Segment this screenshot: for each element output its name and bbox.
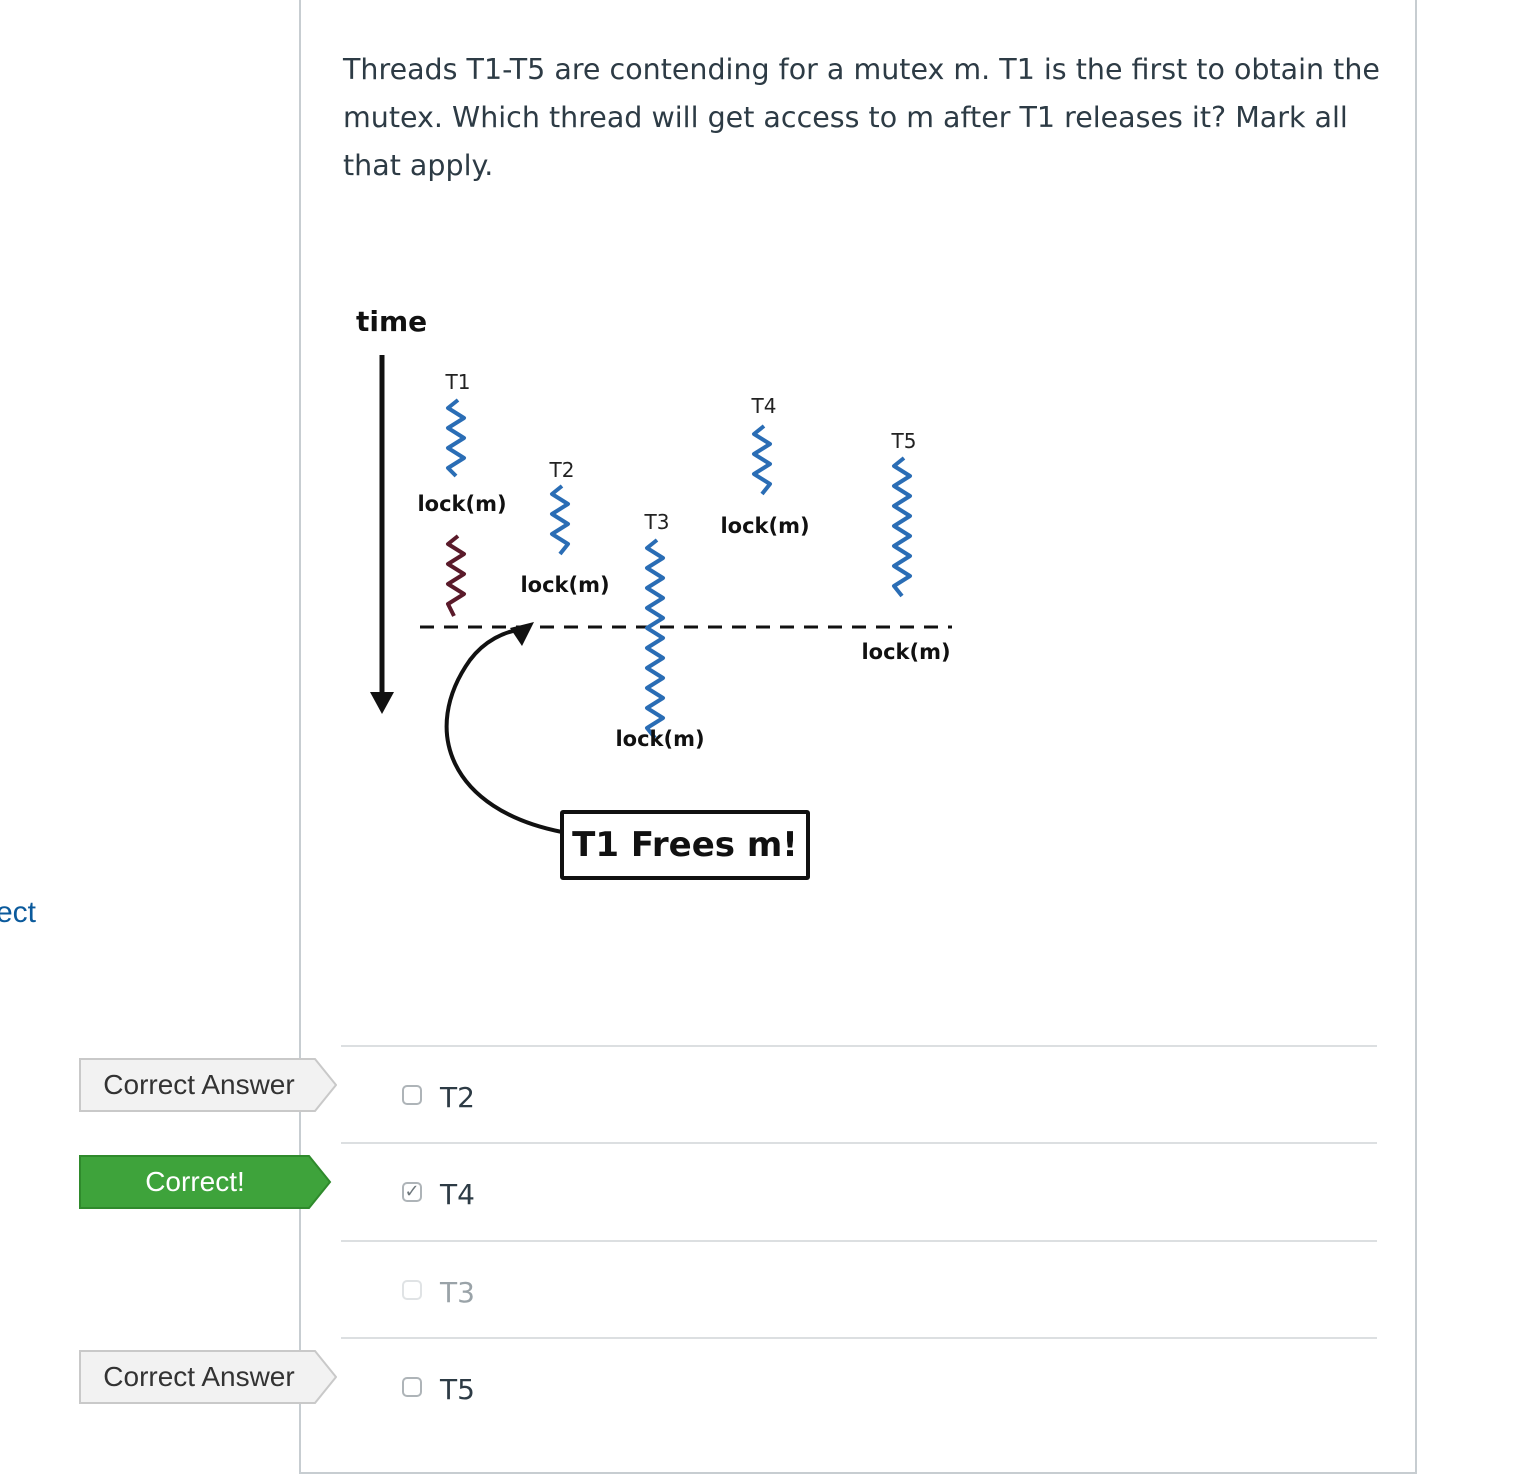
thread-label-t3: T3: [644, 510, 670, 534]
t1-frees-box: T1 Frees m!: [560, 810, 810, 880]
flag-text: Correct Answer: [103, 1361, 295, 1392]
answer-label-t3: T3: [440, 1276, 475, 1309]
time-label: time: [356, 305, 428, 338]
answer-checkbox-t3[interactable]: [402, 1280, 422, 1300]
t1-thread-squiggle: [446, 398, 466, 478]
answer-label-t2: T2: [440, 1081, 475, 1114]
thread-label-t4: T4: [751, 394, 777, 418]
thread-label-t5: T5: [891, 429, 917, 453]
t2-thread-squiggle: [550, 484, 570, 556]
answer-label-t4: T4: [440, 1178, 475, 1211]
flag-text: Correct Answer: [103, 1069, 295, 1100]
lock-label-t5: lock(m): [861, 640, 951, 664]
curved-arrow-head: [510, 622, 534, 646]
checkmark-icon: ✓: [404, 1181, 420, 1202]
answer-option-t3[interactable]: T3: [341, 1240, 1377, 1336]
question-text: Threads T1-T5 are contending for a mutex…: [343, 53, 1380, 182]
t4-thread-squiggle: [752, 424, 772, 496]
thread-label-t2: T2: [549, 458, 575, 482]
lock-label-t2: lock(m): [520, 573, 610, 597]
lock-label-t1: lock(m): [417, 492, 507, 516]
time-arrow-head: [370, 692, 394, 714]
curved-arrow: [444, 628, 563, 834]
thread-label-t1: T1: [445, 370, 471, 394]
answer-option-t2[interactable]: T2: [341, 1045, 1377, 1141]
correct-answer-flag-t2: Correct Answer: [79, 1058, 337, 1112]
answer-checkbox-t2[interactable]: [402, 1085, 422, 1105]
correct-answer-flag-t5: Correct Answer: [79, 1350, 337, 1404]
t3-thread-squiggle: [645, 538, 665, 740]
correct-flag-t4: Correct!: [79, 1155, 337, 1209]
answer-option-t4[interactable]: ✓ T4: [341, 1142, 1377, 1238]
answer-checkbox-t4[interactable]: ✓: [402, 1182, 422, 1202]
answer-option-t5[interactable]: T5: [341, 1337, 1377, 1433]
mutex-diagram: time T1 T2 T3 T4 T5 lock(m) lock(m) lock…: [340, 300, 960, 900]
t1-critical-squiggle: [446, 534, 466, 617]
answer-checkbox-t5[interactable]: [402, 1377, 422, 1397]
lock-label-t3: lock(m): [615, 727, 705, 751]
partial-link-text[interactable]: ect: [0, 896, 36, 930]
answer-label-t5: T5: [440, 1373, 475, 1406]
lock-label-t4: lock(m): [720, 514, 810, 538]
flag-text: Correct!: [145, 1166, 245, 1197]
t5-thread-squiggle: [892, 456, 912, 598]
